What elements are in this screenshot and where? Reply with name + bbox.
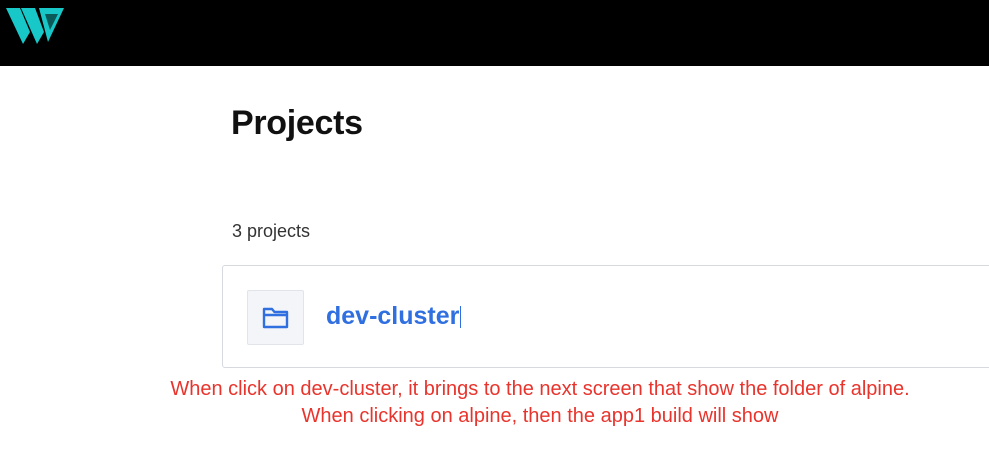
- project-card-dev-cluster[interactable]: dev-cluster: [222, 265, 989, 368]
- project-link-dev-cluster[interactable]: dev-cluster: [326, 302, 462, 330]
- page-title: Projects: [231, 104, 363, 142]
- project-name: dev-cluster: [326, 302, 460, 330]
- top-navigation-bar: [0, 0, 989, 66]
- project-count: 3 projects: [232, 221, 311, 241]
- annotation-line-2: When clicking on alpine, then the app1 b…: [301, 405, 779, 427]
- folder-icon: [262, 307, 289, 329]
- text-cursor: [460, 306, 462, 328]
- annotation-line-1: When click on dev-cluster, it brings to …: [170, 378, 910, 400]
- annotation-note: When click on dev-cluster, it brings to …: [0, 376, 989, 430]
- brand-logo-icon[interactable]: [6, 4, 66, 46]
- folder-icon-container: [247, 290, 304, 345]
